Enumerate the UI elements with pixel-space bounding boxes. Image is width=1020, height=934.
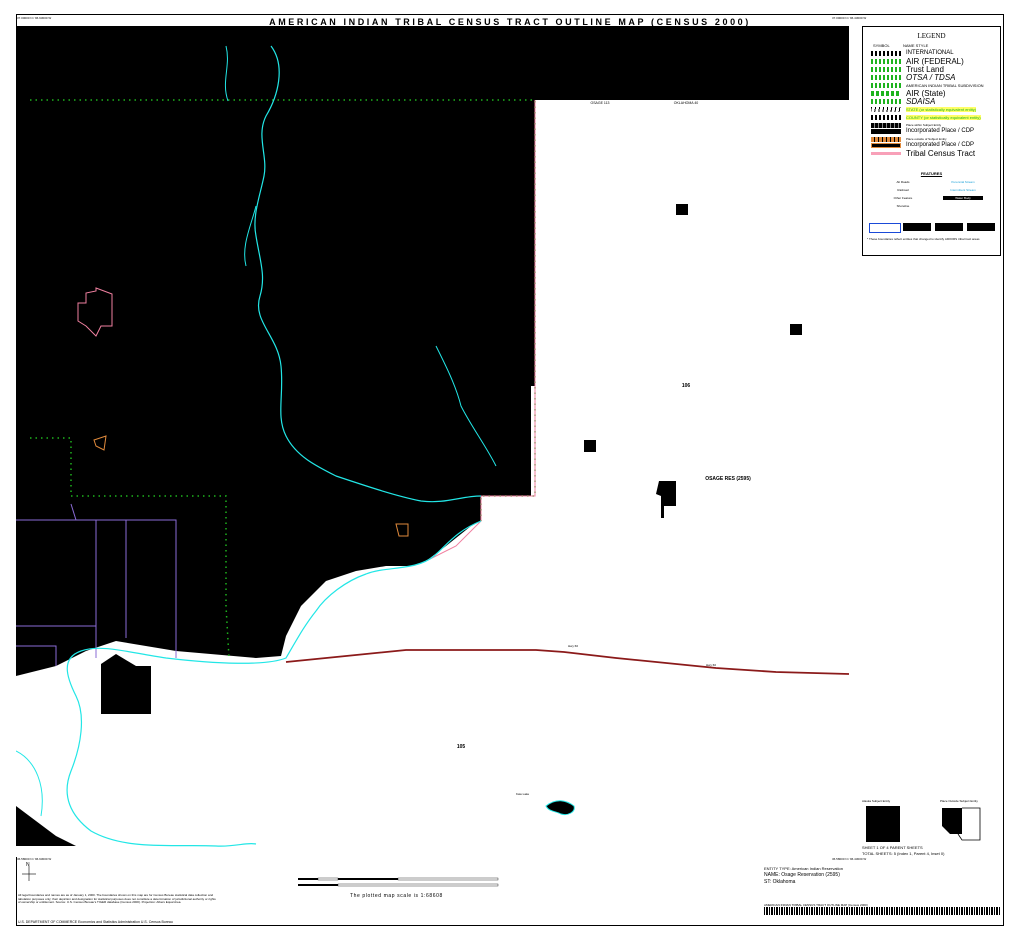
corner-ne: 37.00000 N / 96.43000 W bbox=[832, 16, 867, 20]
reservation-label: OSAGE RES (2595) bbox=[705, 476, 751, 482]
legend-title: LEGEND bbox=[917, 32, 946, 40]
green-dashes-icon bbox=[871, 90, 901, 96]
block-icon bbox=[871, 128, 901, 134]
county-label: OSAGE 113 bbox=[590, 101, 609, 105]
scale-text: The plotted map scale is 1:68608 bbox=[350, 893, 443, 899]
legend-symbol-header: SYMBOL bbox=[873, 43, 890, 48]
inset-right bbox=[942, 807, 981, 841]
tract-label: 105 bbox=[457, 744, 466, 750]
legend-item: SDAISA bbox=[871, 97, 935, 106]
water-label: Kaw Lake bbox=[516, 792, 530, 796]
total-sheets: TOTAL SHEETS: 5 (Index 1, Parent 4, Inse… bbox=[862, 851, 945, 856]
stars-icon bbox=[871, 114, 901, 120]
inset-left bbox=[866, 806, 900, 842]
feature-item: Perennial Stream bbox=[951, 180, 975, 184]
green-dots-icon bbox=[871, 82, 901, 88]
green-dots-icon bbox=[871, 58, 901, 64]
legend-note: * These boundaries reflect entities that… bbox=[867, 237, 980, 241]
legend-swatch bbox=[967, 223, 995, 231]
scale-bar bbox=[298, 877, 499, 887]
legend-item: COUNTY (or statistically equivalent enti… bbox=[871, 113, 981, 121]
highway-label: Hwy 60 bbox=[706, 663, 716, 667]
orange-block-icon bbox=[871, 142, 901, 148]
corner-nw: 37.00000 N / 96.93000 W bbox=[17, 16, 52, 20]
county-label: OKLAHOMA 40 bbox=[674, 101, 699, 105]
place-block bbox=[584, 440, 596, 452]
legend-item: Tribal Census Tract bbox=[871, 149, 975, 158]
pink-line-icon bbox=[871, 151, 901, 155]
legend-swatch bbox=[935, 223, 963, 231]
features-title: FEATURES bbox=[920, 171, 943, 176]
highway-label: Hwy 60 bbox=[568, 644, 578, 648]
slashes-icon bbox=[871, 106, 901, 112]
place-block bbox=[676, 204, 688, 215]
green-dots-icon bbox=[871, 74, 901, 80]
corner-se: 36.58000 N / 96.43000 W bbox=[832, 857, 867, 861]
legend-item: Incorporated Place / CDP bbox=[871, 127, 974, 135]
feature-item: Other Feature bbox=[893, 196, 913, 200]
entity-name: NAME: Osage Reservation (2595) bbox=[764, 872, 840, 878]
green-dots-icon bbox=[871, 98, 901, 104]
legend: LEGEND SYMBOL NAME STYLE INTERNATIONAL A… bbox=[862, 26, 1001, 256]
legend-name-header: NAME STYLE bbox=[903, 43, 929, 48]
green-dots-icon bbox=[871, 66, 901, 72]
entity-state: ST: Oklahoma bbox=[764, 879, 796, 885]
feature-item: Shoreline bbox=[896, 204, 910, 208]
map-canvas[interactable]: 106 105 OSAGE RES (2595) OSAGE 113 OKLAH… bbox=[16, 26, 849, 857]
footer-left: U.S. DEPARTMENT OF COMMERCE Economics an… bbox=[18, 920, 173, 924]
highway-label: Hwy 60 bbox=[416, 644, 426, 648]
place-block bbox=[790, 324, 802, 335]
barcode bbox=[764, 907, 1000, 915]
inset-left-title: Alaska Subject Entity bbox=[862, 799, 891, 803]
feature-item: Intermittent Stream bbox=[950, 188, 976, 192]
inset-right-title: Place Outside Subject Entity bbox=[940, 799, 978, 803]
north-label: N bbox=[26, 862, 30, 868]
legend-swatch bbox=[869, 223, 901, 233]
feature-item: Railroad bbox=[897, 188, 909, 192]
feature-item: Alt Roads bbox=[896, 180, 910, 184]
legend-swatch bbox=[903, 223, 931, 231]
legend-item: OTSA / TDSA bbox=[871, 73, 956, 82]
stars-icon bbox=[871, 50, 901, 56]
feature-item: Water Body bbox=[943, 196, 983, 200]
legend-item: STATE (or statistically equivalent entit… bbox=[871, 105, 977, 113]
sheet-line: SHEET 1 OF 4 PARENT SHEETS bbox=[862, 845, 923, 850]
entity-type: ENTITY TYPE: American Indian Reservation bbox=[764, 866, 843, 871]
corner-sw: 36.58000 N / 96.93000 W bbox=[17, 857, 52, 861]
tract-label: 106 bbox=[682, 383, 691, 389]
disclaimer: All legal boundaries and names are as of… bbox=[18, 893, 216, 905]
